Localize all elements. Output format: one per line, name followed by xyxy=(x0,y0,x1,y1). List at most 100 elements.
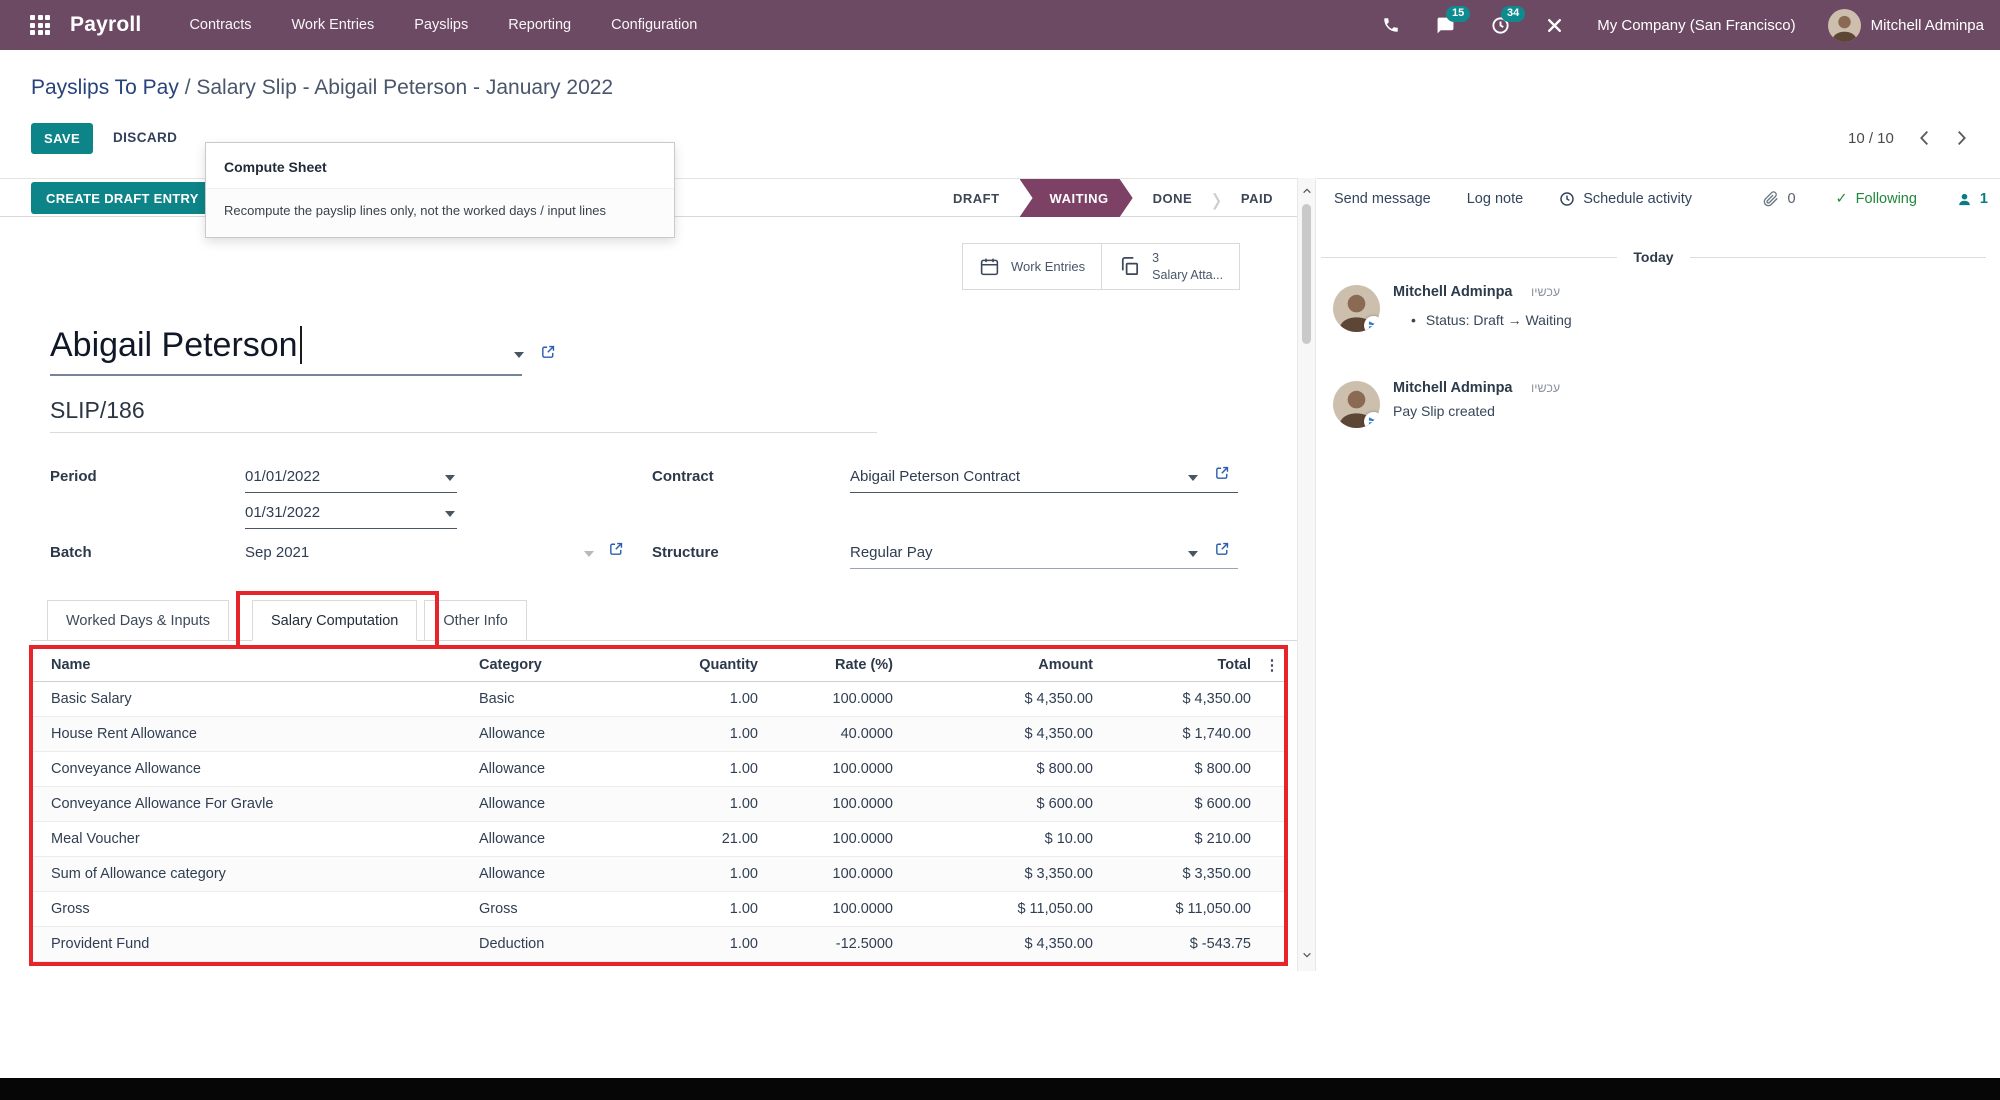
table-row[interactable]: Provident Fund Deduction 1.00 -12.5000 $… xyxy=(31,927,1287,962)
user-avatar[interactable] xyxy=(1828,9,1861,42)
top-navbar: Payroll Contracts Work Entries Payslips … xyxy=(0,0,2000,50)
table-row[interactable]: Gross Gross 1.00 100.0000 $ 11,050.00 $ … xyxy=(31,892,1287,927)
apps-menu-icon[interactable] xyxy=(30,15,50,35)
attachments-count: 0 xyxy=(1787,191,1795,207)
tab-salary-computation[interactable]: Salary Computation xyxy=(252,600,417,641)
table-row[interactable]: Meal Voucher Allowance 21.00 100.0000 $ … xyxy=(31,822,1287,857)
user-menu[interactable]: Mitchell Adminpa xyxy=(1871,17,1984,34)
save-button[interactable]: SAVE xyxy=(31,123,93,154)
vertical-scrollbar[interactable] xyxy=(1297,178,1316,971)
menu-payslips[interactable]: Payslips xyxy=(414,17,468,33)
table-row[interactable]: Basic Salary Basic 1.00 100.0000 $ 4,350… xyxy=(31,682,1287,717)
pager-next-icon[interactable] xyxy=(1950,127,1972,149)
structure-caret-icon[interactable] xyxy=(1188,551,1198,557)
pager-previous-icon[interactable] xyxy=(1914,127,1936,149)
period-to-input[interactable]: 01/31/2022 xyxy=(245,504,320,521)
log-note-button[interactable]: Log note xyxy=(1467,191,1523,207)
create-draft-entry-button[interactable]: CREATE DRAFT ENTRY xyxy=(31,182,214,214)
status-step-paid[interactable]: PAID xyxy=(1221,191,1293,206)
structure-input[interactable]: Regular Pay xyxy=(850,544,933,561)
discard-button[interactable]: DISCARD xyxy=(113,130,177,145)
menu-work-entries[interactable]: Work Entries xyxy=(292,17,375,33)
menu-reporting[interactable]: Reporting xyxy=(508,17,571,33)
batch-external-link-icon[interactable] xyxy=(608,540,625,557)
status-step-waiting-active[interactable]: WAITING xyxy=(1020,179,1133,217)
statusbar-steps: DRAFT WAITING DONE › PAID xyxy=(933,179,1293,217)
work-entries-label: Work Entries xyxy=(1011,259,1085,274)
cell-name: Sum of Allowance category xyxy=(31,866,479,882)
cell-total: $ 800.00 xyxy=(1099,761,1257,777)
app-name[interactable]: Payroll xyxy=(70,13,141,37)
followers-button[interactable]: 1 xyxy=(1957,191,1988,207)
topbar-right: 15 34 My Company (San Francisco) Mitchel… xyxy=(1346,9,2000,42)
status-step-separator: › xyxy=(1212,177,1221,219)
work-entries-smart-button[interactable]: Work Entries xyxy=(962,243,1102,290)
cell-amount: $ 4,350.00 xyxy=(899,691,1099,707)
contract-external-link-icon[interactable] xyxy=(1214,464,1231,481)
text-cursor xyxy=(300,326,302,364)
optional-columns-kebab-icon[interactable]: ⋮ xyxy=(1257,656,1287,674)
scrollbar-up-icon[interactable] xyxy=(1302,186,1312,196)
activities-icon[interactable]: 34 xyxy=(1491,16,1510,35)
batch-input[interactable]: Sep 2021 xyxy=(245,544,309,561)
tab-worked-days-inputs[interactable]: Worked Days & Inputs xyxy=(47,600,229,641)
header-total: Total xyxy=(1099,657,1257,673)
period-from-caret-icon[interactable] xyxy=(445,475,455,481)
company-switcher[interactable]: My Company (San Francisco) xyxy=(1597,17,1795,34)
developer-tools-icon[interactable] xyxy=(1546,17,1563,34)
schedule-activity-button[interactable]: Schedule activity xyxy=(1559,191,1692,207)
calendar-icon xyxy=(979,256,1000,277)
cell-amount: $ 4,350.00 xyxy=(899,726,1099,742)
message-content: Mitchell Adminpa עכשיו •Status: Draft → … xyxy=(1393,283,1990,328)
contract-label: Contract xyxy=(652,468,714,485)
structure-label: Structure xyxy=(652,544,719,561)
messages-icon[interactable]: 15 xyxy=(1436,16,1455,35)
salary-attachments-label: Salary Atta... xyxy=(1152,267,1223,283)
employee-input-underline xyxy=(50,374,522,376)
cell-rate: 100.0000 xyxy=(764,831,899,847)
status-step-draft[interactable]: DRAFT xyxy=(933,191,1020,206)
cell-quantity: 1.00 xyxy=(654,866,764,882)
employee-external-link-icon[interactable] xyxy=(540,343,557,360)
cell-category: Allowance xyxy=(479,796,654,812)
cell-name: House Rent Allowance xyxy=(31,726,479,742)
cell-name: Basic Salary xyxy=(31,691,479,707)
period-label: Period xyxy=(50,468,97,485)
tab-other-info[interactable]: Other Info xyxy=(424,600,526,641)
tooltip-body: Recompute the payslip lines only, not th… xyxy=(206,188,674,237)
contract-caret-icon[interactable] xyxy=(1188,475,1198,481)
send-message-button[interactable]: Send message xyxy=(1334,191,1431,207)
following-button[interactable]: ✓ Following xyxy=(1836,191,1917,207)
employee-name-input[interactable]: Abigail Peterson xyxy=(50,326,302,365)
status-step-done[interactable]: DONE xyxy=(1133,191,1213,206)
period-from-input[interactable]: 01/01/2022 xyxy=(245,468,320,485)
pager-counter: 10 / 10 xyxy=(1848,130,1894,147)
batch-caret-icon[interactable] xyxy=(584,551,594,557)
chatter-panel: Send message Log note Schedule activity … xyxy=(1317,178,2000,1078)
header-quantity: Quantity xyxy=(654,657,764,673)
breadcrumb-current: Salary Slip - Abigail Peterson - January… xyxy=(196,76,613,99)
table-row[interactable]: Conveyance Allowance Allowance 1.00 100.… xyxy=(31,752,1287,787)
attachments-button[interactable]: 0 xyxy=(1763,191,1795,207)
period-to-caret-icon[interactable] xyxy=(445,511,455,517)
cell-name: Gross xyxy=(31,901,479,917)
contract-input[interactable]: Abigail Peterson Contract xyxy=(850,468,1020,485)
structure-external-link-icon[interactable] xyxy=(1214,540,1231,557)
cell-category: Allowance xyxy=(479,726,654,742)
scrollbar-thumb[interactable] xyxy=(1302,204,1311,344)
table-row[interactable]: House Rent Allowance Allowance 1.00 40.0… xyxy=(31,717,1287,752)
paper-plane-badge-icon xyxy=(1364,412,1380,428)
menu-configuration[interactable]: Configuration xyxy=(611,17,697,33)
scrollbar-down-icon[interactable] xyxy=(1302,950,1312,960)
menu-contracts[interactable]: Contracts xyxy=(189,17,251,33)
phone-icon[interactable] xyxy=(1382,16,1400,34)
breadcrumb-parent-link[interactable]: Payslips To Pay xyxy=(31,76,179,99)
today-divider: Today xyxy=(1321,249,1986,265)
period-from-underline xyxy=(245,492,457,493)
slip-reference[interactable]: SLIP/186 xyxy=(50,397,145,424)
employee-dropdown-caret-icon[interactable] xyxy=(514,352,524,358)
salary-attachments-smart-button[interactable]: 3 Salary Atta... xyxy=(1102,243,1240,290)
table-row[interactable]: Conveyance Allowance For Gravle Allowanc… xyxy=(31,787,1287,822)
table-row[interactable]: Sum of Allowance category Allowance 1.00… xyxy=(31,857,1287,892)
chatter-message: Mitchell Adminpa עכשיו Pay Slip created xyxy=(1331,379,1990,419)
